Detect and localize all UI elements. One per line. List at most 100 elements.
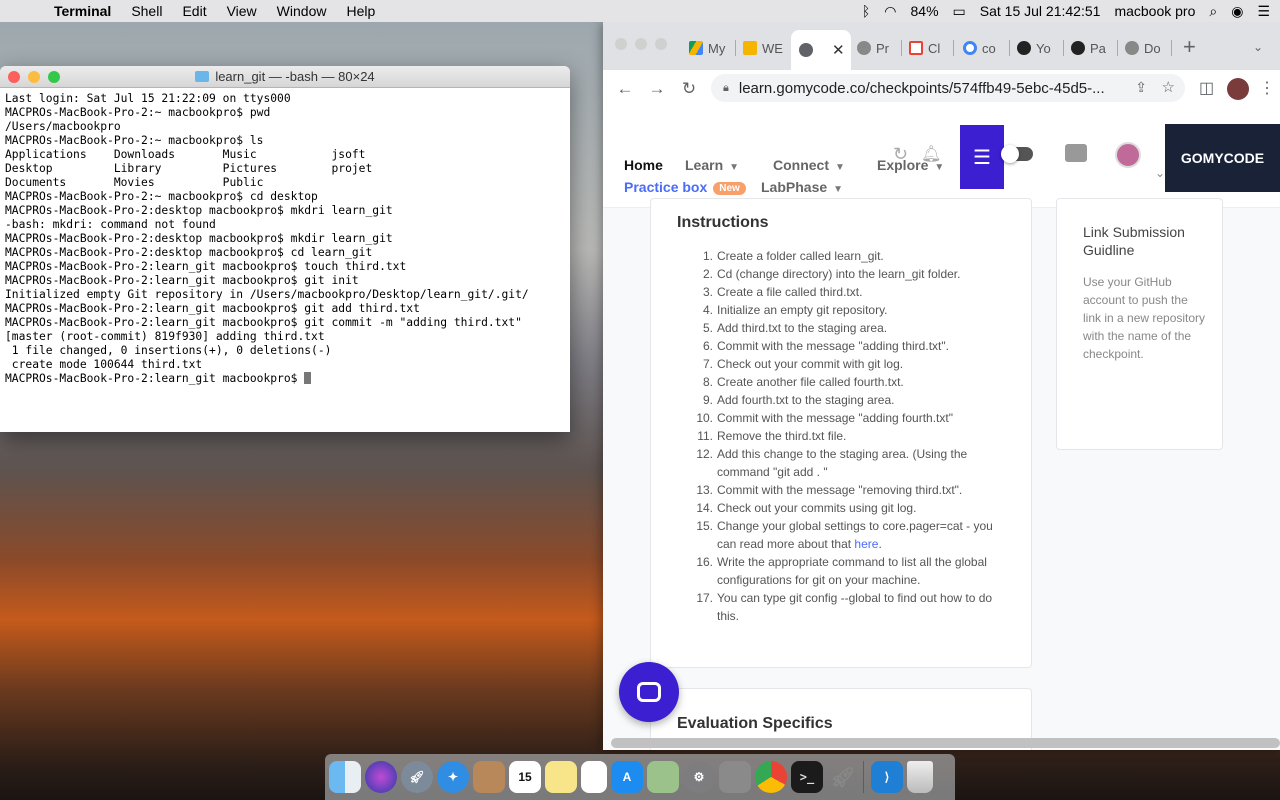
terminal-output[interactable]: Last login: Sat Jul 15 21:22:09 on ttys0… <box>0 88 570 390</box>
chrome-window[interactable]: My WE ✕ Pr Cl co Yo Pa Do + ⌄ ← → ↻ 🔒︎ l… <box>603 22 1280 750</box>
terminal-line: Desktop Library Pictures projet <box>5 162 373 175</box>
terminal-window[interactable]: learn_git — -bash — 80×24 Last login: Sa… <box>0 66 570 432</box>
tab-label: My <box>708 40 726 56</box>
notes-icon[interactable] <box>545 761 577 793</box>
bell-icon[interactable]: 🔔︎ <box>921 144 941 164</box>
step-text: Check out your commits using git log. <box>717 501 917 515</box>
tab-co[interactable]: co <box>961 34 996 62</box>
nav-learn-label: Learn <box>685 157 724 173</box>
instruction-step: 12. Add this change to the staging area. … <box>695 445 995 481</box>
terminal-line: [master (root-commit) 819f930] adding th… <box>5 330 325 343</box>
tab-label: WE <box>762 40 783 56</box>
lock-icon[interactable]: 🔒︎ <box>723 82 729 95</box>
chevron-down-icon[interactable]: ⌄ <box>1155 166 1165 180</box>
forward-arrow-icon[interactable]: → <box>641 79 673 99</box>
rocket-icon[interactable]: 🚀︎ <box>827 761 859 793</box>
clock[interactable]: Sat 15 Jul 21:42:51 <box>980 3 1101 19</box>
terminal-title-bar[interactable]: learn_git — -bash — 80×24 <box>0 66 570 88</box>
theme-toggle[interactable] <box>1001 145 1033 163</box>
user-avatar[interactable] <box>1115 142 1141 168</box>
profile-avatar[interactable] <box>1227 78 1249 100</box>
menu-view[interactable]: View <box>227 3 257 19</box>
horizontal-scrollbar[interactable] <box>611 738 1280 748</box>
tab-we[interactable]: WE <box>741 34 783 62</box>
step-number: 6. <box>702 339 713 353</box>
contacts-icon[interactable] <box>473 761 505 793</box>
reload-icon[interactable]: ↻ <box>673 79 705 99</box>
chrome-icon[interactable] <box>755 761 787 793</box>
minimize-window-icon[interactable] <box>635 38 647 50</box>
wifi-icon[interactable]: ◠ <box>884 3 896 20</box>
chat-button[interactable] <box>619 662 679 722</box>
tab-my[interactable]: My <box>687 34 725 62</box>
notification-center-icon[interactable]: ☰ <box>1257 3 1270 20</box>
pager-docs-link[interactable]: here <box>854 537 878 551</box>
bookmark-star-icon[interactable]: ☆ <box>1162 78 1175 96</box>
nav-learn[interactable]: Learn ▼ <box>685 157 739 173</box>
google-icon <box>963 41 977 55</box>
reminders-icon[interactable] <box>581 761 607 793</box>
menu-help[interactable]: Help <box>346 3 375 19</box>
nav-labphase[interactable]: LabPhase ▼ <box>761 179 843 195</box>
zoom-window-icon[interactable] <box>655 38 667 50</box>
hamburger-menu-icon[interactable]: ☰ <box>960 125 1004 189</box>
tab-yo[interactable]: Yo <box>1015 34 1051 62</box>
tab-pa[interactable]: Pa <box>1069 34 1106 62</box>
new-tab-icon[interactable]: + <box>1183 34 1196 60</box>
instruction-step: 6. Commit with the message "adding third.… <box>695 337 995 355</box>
calendar-icon[interactable]: 15 <box>509 761 541 793</box>
minimize-window-icon[interactable] <box>28 71 40 83</box>
tab-label: Yo <box>1036 40 1051 56</box>
step-number: 9. <box>702 393 713 407</box>
terminal-line: MACPROs-MacBook-Pro-2:desktop macbookpro… <box>5 204 393 217</box>
system-preferences-icon[interactable]: ⚙ <box>683 761 715 793</box>
nav-practice-box[interactable]: Practice box New <box>624 179 746 195</box>
gomycode-logo[interactable]: GOMYCODE <box>1165 124 1280 192</box>
menu-window[interactable]: Window <box>277 3 327 19</box>
siri-icon[interactable] <box>365 761 397 793</box>
instructions-title: Instructions <box>677 214 769 231</box>
menu-edit[interactable]: Edit <box>182 3 206 19</box>
step-number: 17. <box>696 591 713 605</box>
side-panel-icon[interactable]: ◫ <box>1199 78 1214 98</box>
safari-icon[interactable]: ✦ <box>437 761 469 793</box>
back-arrow-icon[interactable]: ← <box>609 79 641 99</box>
battery-percent[interactable]: 84% <box>911 3 939 19</box>
bluetooth-icon[interactable]: ᛒ <box>862 3 870 19</box>
finder-icon[interactable] <box>329 761 361 793</box>
preview-icon[interactable] <box>647 761 679 793</box>
close-window-icon[interactable] <box>8 71 20 83</box>
step-number: 5. <box>702 321 713 335</box>
step-number: 12. <box>696 447 713 461</box>
tab-active[interactable]: ✕ <box>791 30 851 70</box>
app-store-icon[interactable]: A <box>611 761 643 793</box>
zoom-window-icon[interactable] <box>48 71 60 83</box>
battery-icon[interactable]: ▭ <box>953 3 966 20</box>
tab-cl[interactable]: Cl <box>907 34 940 62</box>
vscode-icon[interactable]: ⟩ <box>871 761 903 793</box>
step-number: 13. <box>696 483 713 497</box>
tab-do[interactable]: Do <box>1123 34 1161 62</box>
app-menu[interactable]: Terminal <box>54 3 111 19</box>
spotlight-search-icon[interactable]: ⌕ <box>1209 3 1217 20</box>
share-icon[interactable]: ⇪ <box>1135 79 1147 96</box>
close-window-icon[interactable] <box>615 38 627 50</box>
instruction-step: 17. You can type git config --global to f… <box>695 589 995 625</box>
address-bar[interactable]: 🔒︎ learn.gomycode.co/checkpoints/574ffb4… <box>711 74 1185 102</box>
nav-home[interactable]: Home <box>624 157 663 173</box>
checkpoint-content: Instructions 1. Create a folder called le… <box>603 198 1280 750</box>
terminal-icon[interactable]: >_ <box>791 761 823 793</box>
calculator-icon[interactable] <box>719 761 751 793</box>
tab-pr[interactable]: Pr <box>855 34 889 62</box>
tab-search-icon[interactable]: ⌄ <box>1253 40 1263 54</box>
refresh-icon[interactable]: ↻ <box>893 144 908 165</box>
launchpad-icon[interactable]: 🚀︎ <box>401 761 433 793</box>
more-menu-icon[interactable]: ⋮ <box>1259 78 1275 98</box>
menu-shell[interactable]: Shell <box>131 3 162 19</box>
message-icon[interactable] <box>1065 144 1087 162</box>
nav-connect[interactable]: Connect ▼ <box>773 157 845 173</box>
user-name[interactable]: macbook pro <box>1114 3 1195 19</box>
close-tab-icon[interactable]: ✕ <box>832 41 845 59</box>
siri-icon[interactable]: ◉ <box>1231 3 1243 20</box>
trash-icon[interactable] <box>907 761 933 793</box>
